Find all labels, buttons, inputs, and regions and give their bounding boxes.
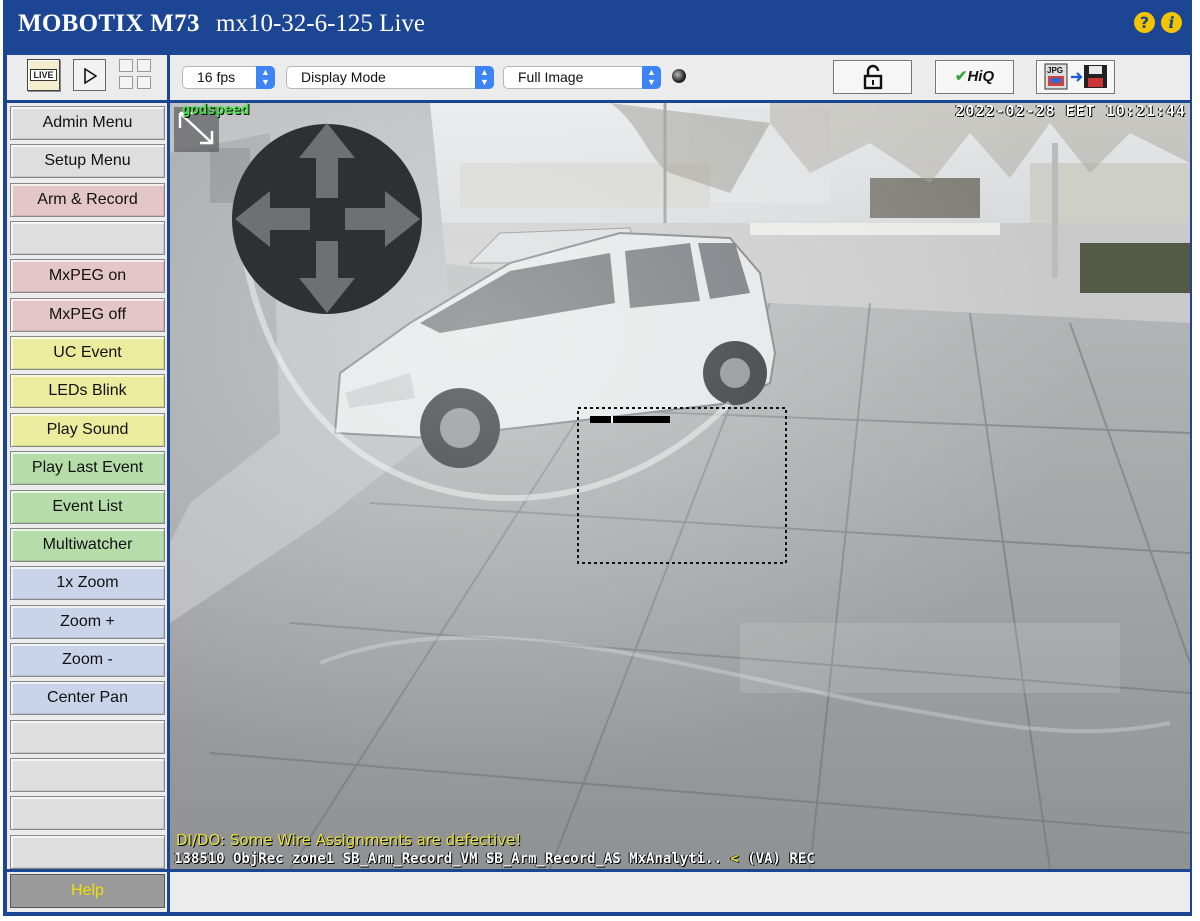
chevron-updown-icon: ▲ ▼ — [256, 66, 275, 89]
jpg-save-icon: JPG — [1044, 63, 1107, 90]
fps-select[interactable]: 16 fps ▲ ▼ — [182, 66, 275, 89]
play-button[interactable] — [73, 59, 106, 91]
sidebar-button-center-pan[interactable]: Center Pan — [10, 681, 165, 716]
unlock-button[interactable] — [833, 60, 912, 94]
image-mode-select[interactable]: Full Image ▲ ▼ — [503, 66, 661, 89]
view-mode-toolbar: LIVE — [7, 55, 167, 100]
sidebar-button-leds-blink[interactable]: LEDs Blink — [10, 374, 165, 409]
main-toolbar: 16 fps ▲ ▼ Display Mode ▲ ▼ Full Image ▲ ▼ … — [170, 55, 1190, 100]
info-icon[interactable]: i — [1161, 12, 1182, 33]
sidebar-button-event-list[interactable]: Event List — [10, 489, 165, 524]
hiq-button[interactable]: ✔HiQ — [935, 60, 1014, 94]
status-led-icon — [672, 69, 686, 83]
image-mode-value: Full Image — [518, 69, 584, 85]
osd-timestamp: 2022-02-28 EET 10:21:44 — [955, 103, 1186, 120]
sidebar-button-mxpeg-on[interactable]: MxPEG on — [10, 259, 165, 294]
sidebar-button-arm-record[interactable]: Arm & Record — [10, 182, 165, 217]
checkmark-icon: ✔ — [954, 68, 968, 85]
sidebar-button-admin-menu[interactable]: Admin Menu — [10, 106, 165, 140]
osd-status-end: (VA) REC — [747, 851, 815, 867]
jpg-text: JPG — [1047, 66, 1063, 75]
sidebar-button-mxpeg-off[interactable]: MxPEG off — [10, 297, 165, 332]
sidebar-button-setup-menu[interactable]: Setup Menu — [10, 144, 165, 179]
sidebar-button-empty-16[interactable] — [10, 719, 165, 754]
app-frame: MOBOTIX M73 mx10-32-6-125 Live ? i LIVE … — [3, 0, 1192, 916]
play-icon — [84, 68, 97, 84]
camera-image — [170, 103, 1190, 869]
padlock-open-icon — [863, 64, 882, 90]
chevron-updown-icon: ▲ ▼ — [475, 66, 494, 89]
display-mode-select[interactable]: Display Mode ▲ ▼ — [286, 66, 494, 89]
sidebar-button-zoom[interactable]: Zoom - — [10, 642, 165, 677]
live-icon: LIVE — [30, 69, 57, 81]
sidebar-button-empty-17[interactable] — [10, 757, 165, 792]
chevron-updown-icon: ▲ ▼ — [642, 66, 661, 89]
title-bar: MOBOTIX M73 mx10-32-6-125 Live ? i — [3, 0, 1192, 52]
osd-status-arrow: < — [730, 851, 739, 867]
live-video-view[interactable]: godspeed 2022-02-28 EET 10:21:44 DI/DO: … — [170, 103, 1190, 869]
osd-warning: DI/DO: Some Wire Assignments are defecti… — [176, 831, 522, 849]
sidebar-button-play-last-event[interactable]: Play Last Event — [10, 451, 165, 486]
sidebar-button-multiwatcher[interactable]: Multiwatcher — [10, 527, 165, 562]
status-area — [170, 872, 1190, 912]
sidebar-button-zoom[interactable]: Zoom + — [10, 604, 165, 639]
osd-status-line: 138510 ObjRec zone1 SB_Arm_Record_VM SB_… — [174, 851, 815, 867]
multiview-grid-button[interactable] — [119, 59, 153, 91]
osd-status-text: 138510 ObjRec zone1 SB_Arm_Record_VM SB_… — [174, 851, 722, 867]
fps-value: 16 fps — [197, 69, 236, 85]
save-jpg-button[interactable]: JPG — [1036, 60, 1115, 94]
camera-model: MOBOTIX M73 — [18, 10, 200, 37]
sidebar-button-empty-19[interactable] — [10, 834, 165, 869]
question-icon[interactable]: ? — [1134, 12, 1155, 33]
camera-host-title: mx10-32-6-125 Live — [216, 10, 425, 37]
help-area: Help — [7, 872, 167, 912]
help-button[interactable]: Help — [10, 874, 165, 908]
sidebar-button-1x-zoom[interactable]: 1x Zoom — [10, 566, 165, 601]
sidebar-button-empty-18[interactable] — [10, 796, 165, 831]
sidebar-button-play-sound[interactable]: Play Sound — [10, 412, 165, 447]
osd-camera-label: godspeed — [182, 103, 250, 118]
sidebar-button-uc-event[interactable]: UC Event — [10, 336, 165, 371]
action-sidebar: Admin Menu Setup Menu Arm & Record MxPEG on… — [7, 103, 167, 869]
live-button[interactable]: LIVE — [27, 59, 60, 91]
hiq-label: HiQ — [967, 68, 995, 85]
sidebar-button-empty-3[interactable] — [10, 221, 165, 256]
display-mode-value: Display Mode — [301, 69, 386, 85]
